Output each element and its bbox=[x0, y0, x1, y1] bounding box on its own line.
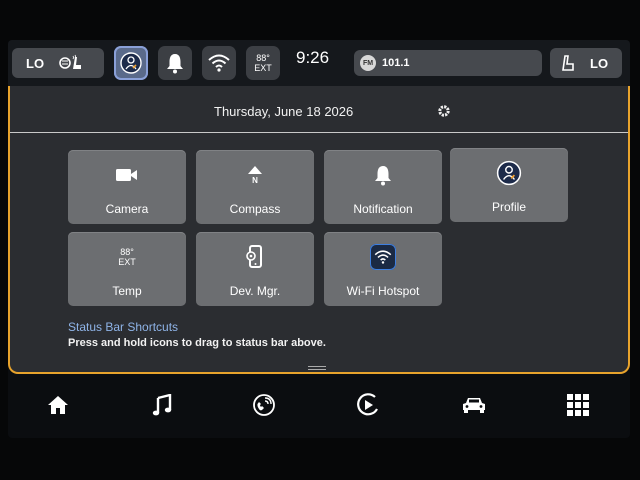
tile-label: Wi-Fi Hotspot bbox=[346, 284, 420, 298]
vehicle-icon[interactable] bbox=[458, 390, 490, 420]
tile-wifi-hotspot[interactable]: Wi-Fi Hotspot bbox=[324, 232, 442, 306]
bell-icon bbox=[324, 162, 442, 188]
tile-profile[interactable]: Profile bbox=[450, 148, 568, 222]
wifi-hotspot-icon bbox=[324, 244, 442, 270]
compass-icon: N bbox=[196, 162, 314, 188]
tile-label: Compass bbox=[229, 202, 281, 216]
clock: 9:26 bbox=[296, 48, 330, 67]
radio-now-playing[interactable]: FM 101.1 bbox=[354, 50, 542, 76]
tile-label: Dev. Mgr. bbox=[229, 284, 281, 298]
hint-text: Press and hold icons to drag to status b… bbox=[68, 337, 326, 349]
tile-temp[interactable]: 88° EXT Temp bbox=[68, 232, 186, 306]
seat-icon bbox=[560, 54, 576, 72]
tile-label: Notification bbox=[353, 202, 413, 216]
status-shortcut-wifi[interactable] bbox=[202, 46, 236, 80]
drag-handle[interactable] bbox=[308, 366, 326, 370]
exterior-temp-value: 88° bbox=[256, 53, 270, 63]
left-temp-value: LO bbox=[26, 55, 45, 71]
status-shortcut-notification[interactable] bbox=[158, 46, 192, 80]
wifi-hotspot-icon bbox=[208, 54, 230, 72]
tile-camera[interactable]: Camera bbox=[68, 150, 186, 224]
apps-grid-icon[interactable] bbox=[562, 390, 594, 420]
profile-icon bbox=[450, 160, 568, 186]
exterior-temp-label: EXT bbox=[254, 63, 272, 73]
hint-title: Status Bar Shortcuts bbox=[68, 320, 179, 334]
media-play-icon[interactable] bbox=[352, 390, 384, 420]
right-temp-value: LO bbox=[590, 55, 609, 71]
date-label: Thursday, June 18 2026 bbox=[214, 104, 354, 119]
tile-temp-label: EXT bbox=[118, 257, 136, 267]
tile-device-manager[interactable]: Dev. Mgr. bbox=[196, 232, 314, 306]
phone-icon[interactable] bbox=[248, 390, 280, 420]
header-divider bbox=[10, 132, 628, 133]
infotainment-screen: LO 88° EXT 9:26 FM 101.1 LO Thursday, Ju… bbox=[8, 40, 630, 438]
tile-temp-value: 88° bbox=[120, 247, 134, 257]
seat-heat-icon bbox=[58, 53, 84, 73]
exterior-temp-icon: 88° EXT bbox=[68, 244, 186, 270]
right-climate-control[interactable]: LO bbox=[550, 48, 622, 78]
tile-label: Temp bbox=[112, 284, 142, 298]
radio-frequency: 101.1 bbox=[382, 57, 410, 69]
status-shortcut-profile[interactable] bbox=[114, 46, 148, 80]
bottom-nav-bar bbox=[8, 378, 630, 436]
settings-gear-icon[interactable] bbox=[437, 104, 451, 123]
left-climate-control[interactable]: LO bbox=[12, 48, 104, 78]
notification-bell-icon bbox=[167, 54, 183, 74]
tile-label: Profile bbox=[491, 200, 526, 214]
quick-controls-panel: Thursday, June 18 2026 Camera N Compass bbox=[8, 86, 630, 374]
camera-icon bbox=[68, 162, 186, 188]
profile-icon bbox=[120, 52, 142, 74]
device-manager-icon bbox=[196, 244, 314, 270]
compass-heading: N bbox=[252, 175, 258, 185]
status-bar: LO 88° EXT 9:26 FM 101.1 LO bbox=[8, 40, 630, 86]
fm-radio-icon: FM bbox=[360, 55, 376, 71]
music-icon[interactable] bbox=[146, 390, 178, 420]
home-icon[interactable] bbox=[42, 390, 74, 420]
tile-compass[interactable]: N Compass bbox=[196, 150, 314, 224]
tile-label: Camera bbox=[105, 202, 149, 216]
status-shortcut-temp[interactable]: 88° EXT bbox=[246, 46, 280, 80]
tile-notification[interactable]: Notification bbox=[324, 150, 442, 224]
